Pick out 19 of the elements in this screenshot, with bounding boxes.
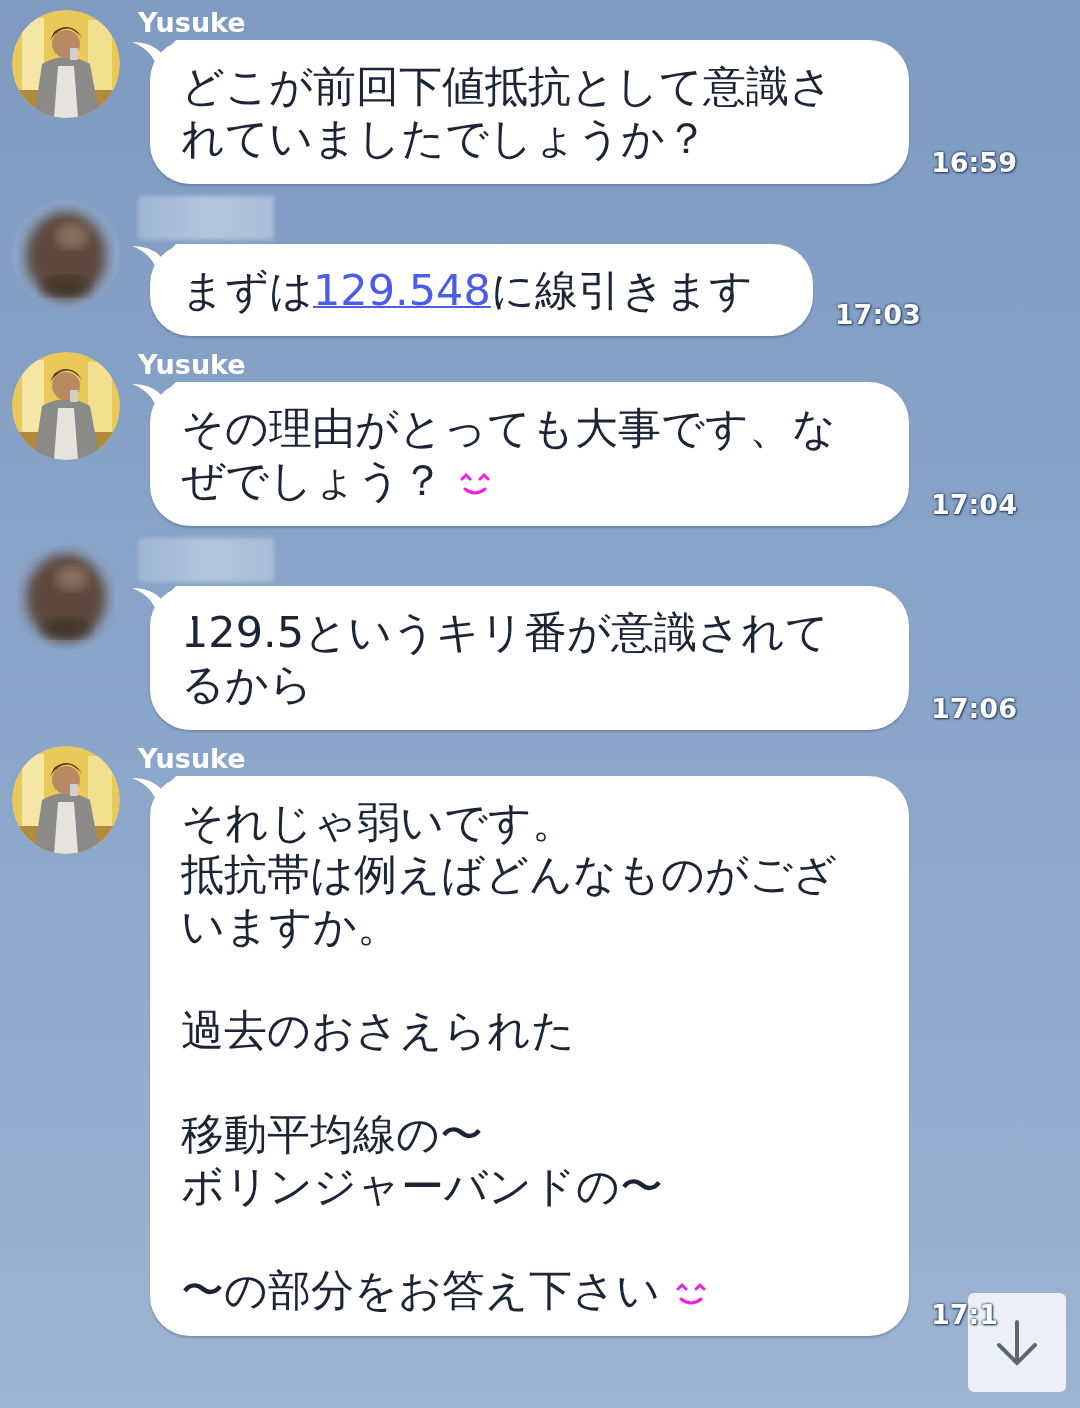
sender-name: Yusuke: [138, 6, 247, 40]
down-arrow-icon: [995, 1318, 1039, 1367]
timestamp: 17:04: [931, 489, 1017, 520]
message-text: 抵抗帯は例えばどんなものがございますか。: [181, 848, 838, 952]
message-text: 過去のおさえられた: [181, 1004, 576, 1056]
number-link[interactable]: 129.548: [313, 265, 491, 315]
timestamp: 17:06: [931, 693, 1017, 724]
message-text: ボリンジャーバンドの〜: [181, 1160, 664, 1212]
message-text: 〜の部分をお答え下さい: [181, 1264, 849, 1316]
message-text: どこが前回下値抵抗として意識されていましたでしょうか？: [181, 60, 834, 164]
message-text: 移動平均線の〜: [181, 1108, 484, 1160]
timestamp: 17:03: [834, 299, 921, 330]
sender-name: Yusuke: [138, 742, 247, 776]
message-text: その理由がとっても大事です、なぜでしょう？: [181, 402, 837, 506]
timestamp: 16:59: [931, 147, 1017, 178]
message-text: 129.5というキリ番が意識されてるから: [181, 606, 831, 710]
message-text: それじゃ弱いです。: [181, 796, 576, 848]
message-text: まずは129.548に線引きます: [181, 264, 753, 316]
sender-name: Yusuke: [138, 348, 247, 382]
